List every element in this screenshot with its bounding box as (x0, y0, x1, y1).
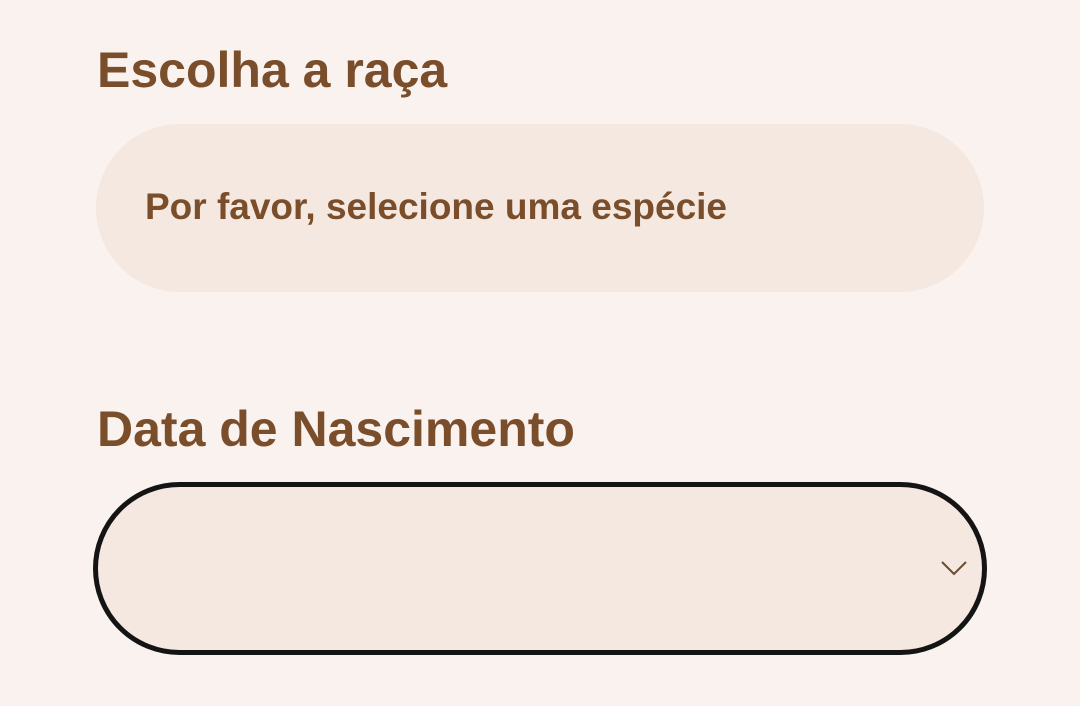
birth-date-select[interactable] (93, 482, 987, 655)
form-page: Escolha a raça Por favor, selecione uma … (0, 0, 1080, 706)
breed-select[interactable]: Por favor, selecione uma espécie (96, 124, 984, 292)
chevron-down-icon[interactable] (940, 557, 968, 577)
breed-select-text: Por favor, selecione uma espécie (145, 186, 728, 227)
birth-date-label: Data de Nascimento (97, 401, 575, 457)
breed-label: Escolha a raça (97, 42, 448, 98)
